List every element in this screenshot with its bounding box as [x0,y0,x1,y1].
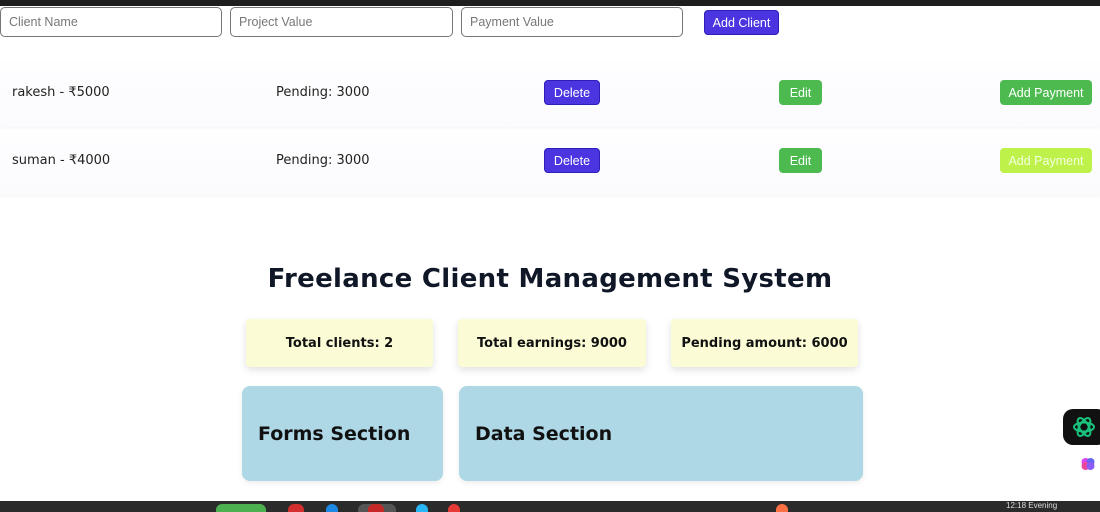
client-row: suman - ₹4000 Pending: 3000 Delete Edit … [0,129,1100,195]
data-section: Data Section [459,386,863,481]
taskbar-app-icon[interactable] [368,504,384,512]
taskbar-app-icon[interactable] [448,504,460,512]
client-name-input[interactable] [0,7,222,37]
forms-section-heading: Forms Section [258,423,411,445]
taskbar-app-icon[interactable] [288,504,304,512]
delete-button[interactable]: Delete [544,148,600,173]
total-earnings-text: Total earnings: 9000 [477,335,627,351]
add-client-form: Add Client [0,7,1100,39]
delete-button[interactable]: Delete [544,80,600,105]
openai-assistant-icon [1073,417,1095,437]
add-payment-button[interactable]: Add Payment [1000,148,1092,173]
taskbar-app-icon[interactable] [326,504,338,512]
client-row: rakesh - ₹5000 Pending: 3000 Delete Edit… [0,61,1100,127]
total-clients-text: Total clients: 2 [285,335,394,351]
project-value-input[interactable] [230,7,453,37]
forms-section: Forms Section [242,386,443,481]
data-section-heading: Data Section [475,423,613,445]
add-client-button[interactable]: Add Client [704,10,779,35]
taskbar-app-icon[interactable] [416,504,428,512]
total-earnings-card: Total earnings: 9000 [458,319,646,367]
client-name-value: suman - ₹4000 [12,153,111,168]
brain-icon[interactable] [1080,456,1096,472]
page-title: Freelance Client Management System [267,264,833,294]
client-name-value: rakesh - ₹5000 [12,85,110,100]
edit-button[interactable]: Edit [779,80,822,105]
add-payment-button[interactable]: Add Payment [1000,80,1092,105]
total-clients-card: Total clients: 2 [246,319,433,367]
payment-value-input[interactable] [461,7,683,37]
taskbar-clock: 12:18 Evening [1006,501,1058,510]
taskbar-app-icon[interactable] [216,504,266,512]
ai-assistant-button[interactable] [1063,409,1100,445]
browser-top-edge [0,0,1100,6]
taskbar: 12:18 Evening [0,501,1100,512]
client-pending: Pending: 3000 [276,85,370,100]
pending-amount-text: Pending amount: 6000 [681,335,848,351]
edit-button[interactable]: Edit [779,148,822,173]
client-pending: Pending: 3000 [276,153,370,168]
pending-amount-card: Pending amount: 6000 [671,319,858,367]
taskbar-app-icon[interactable] [776,504,788,512]
